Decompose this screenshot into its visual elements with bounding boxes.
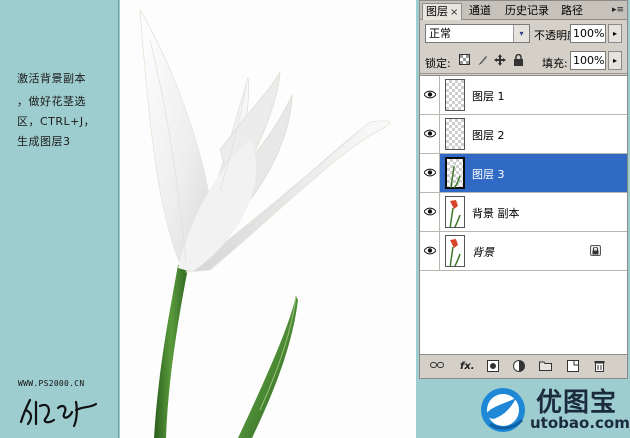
link-icon[interactable] <box>430 360 444 374</box>
watermark-url: utobao.com <box>530 414 630 432</box>
tab-history[interactable]: 历史记录 <box>502 3 552 20</box>
lock-label: 锁定: <box>425 57 451 70</box>
layer-name[interactable]: 背景 副本 <box>472 205 520 221</box>
instruction-panel: 激活背景副本 ，做好花茎选 区，CTRL+J， 生成图层3 WWW.PS2000… <box>0 0 119 438</box>
layer-row-1[interactable]: 图层 1 <box>420 76 627 115</box>
blend-mode-select[interactable]: 正常 ▾ <box>425 24 530 43</box>
layers-bottom-bar: fx. <box>420 357 627 378</box>
opacity-input[interactable]: 100% <box>570 24 606 43</box>
lock-all-icon[interactable] <box>512 53 524 66</box>
site-url: WWW.PS2000.CN <box>18 379 85 388</box>
instruction-line-2: ，做好花茎选 <box>17 95 86 108</box>
layer-thumbnail <box>445 235 465 267</box>
close-icon[interactable]: × <box>450 7 458 18</box>
eye-icon <box>424 246 436 255</box>
layer-thumbnail <box>445 79 465 111</box>
adjustment-icon[interactable] <box>512 360 526 374</box>
fx-icon[interactable]: fx. <box>460 360 475 374</box>
layers-panel: 图层 × 通道 历史记录 路径 ▸≡ 正常 ▾ 不透明度: 100% ▸ 锁定: … <box>419 0 628 379</box>
fill-slider-arrow-icon[interactable]: ▸ <box>608 51 622 70</box>
eye-icon <box>424 168 436 177</box>
lock-move-icon[interactable] <box>494 54 506 66</box>
layer-name[interactable]: 图层 2 <box>472 127 505 143</box>
canvas-document[interactable] <box>120 0 416 438</box>
opacity-slider-arrow-icon[interactable]: ▸ <box>608 24 622 43</box>
tulip-image <box>139 9 391 438</box>
lock-paint-icon[interactable] <box>476 54 488 66</box>
lock-icon <box>590 245 601 256</box>
blend-row: 正常 ▾ 不透明度: 100% ▸ <box>420 21 627 47</box>
eye-icon <box>424 90 436 99</box>
layer-name[interactable]: 图层 1 <box>472 88 505 104</box>
layer-thumbnail <box>445 118 465 150</box>
panel-tabbar: 图层 × 通道 历史记录 路径 ▸≡ <box>420 1 627 20</box>
fill-input[interactable]: 100% <box>570 51 606 70</box>
layer-name[interactable]: 图层 3 <box>472 166 505 182</box>
trash-icon[interactable] <box>592 360 606 374</box>
layer-list: 图层 1 图层 2 图层 3 背景 副本 背景 <box>420 75 627 355</box>
tab-channels[interactable]: 通道 <box>466 3 494 20</box>
lock-row: 锁定: 填充: 100% ▸ <box>420 48 627 74</box>
eye-icon <box>424 129 436 138</box>
visibility-toggle[interactable] <box>420 193 440 231</box>
visibility-toggle[interactable] <box>420 154 440 192</box>
visibility-toggle[interactable] <box>420 115 440 153</box>
layer-name[interactable]: 背景 <box>472 244 494 260</box>
bird-logo-icon <box>481 388 525 432</box>
instruction-line-4: 生成图层3 <box>17 135 71 148</box>
layer-thumbnail <box>445 196 465 228</box>
visibility-toggle[interactable] <box>420 76 440 114</box>
panel-menu-icon[interactable]: ▸≡ <box>612 4 624 16</box>
chevron-down-icon[interactable]: ▾ <box>513 25 529 42</box>
layer-row-3[interactable]: 图层 3 <box>420 154 627 193</box>
layer-row-background[interactable]: 背景 <box>420 232 627 271</box>
visibility-toggle[interactable] <box>420 232 440 270</box>
layer-row-2[interactable]: 图层 2 <box>420 115 627 154</box>
layer-row-background-copy[interactable]: 背景 副本 <box>420 193 627 232</box>
eye-icon <box>424 207 436 216</box>
blend-mode-value: 正常 <box>429 27 451 40</box>
fill-label: 填充: <box>542 57 568 70</box>
signature-logo <box>19 398 98 428</box>
new-layer-icon[interactable] <box>566 360 580 374</box>
mask-icon[interactable] <box>486 360 500 374</box>
tab-layers-label: 图层 <box>426 5 448 18</box>
tab-paths[interactable]: 路径 <box>558 3 586 20</box>
lock-transparent-icon[interactable] <box>458 54 470 66</box>
tab-layers[interactable]: 图层 × <box>422 3 463 20</box>
instruction-line-3: 区，CTRL+J， <box>17 115 96 128</box>
instruction-line-1: 激活背景副本 <box>17 72 86 85</box>
folder-icon[interactable] <box>538 360 552 374</box>
layer-thumbnail <box>445 157 465 189</box>
